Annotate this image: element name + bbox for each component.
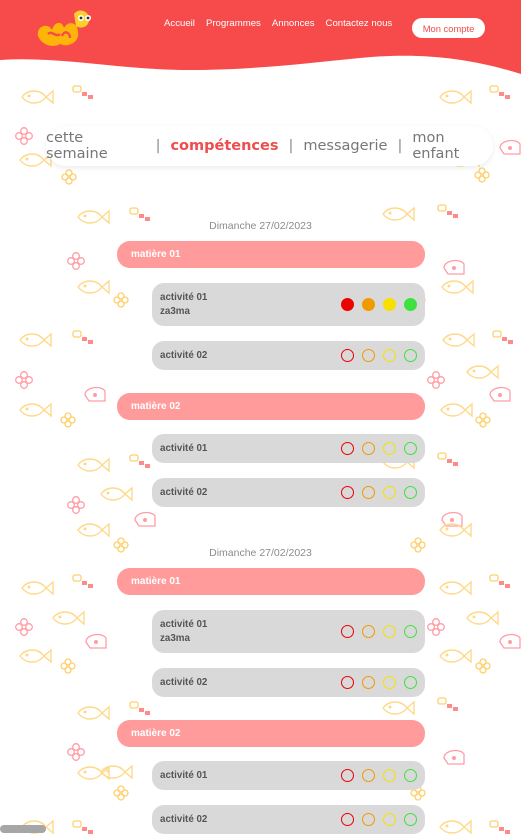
status-dot-orange[interactable] [362, 442, 375, 455]
nav-annonces[interactable]: Annonces [272, 18, 315, 29]
status-dot-green[interactable] [404, 298, 417, 311]
subject-bar[interactable]: matière 01 [117, 241, 425, 268]
status-dot-orange[interactable] [362, 813, 375, 826]
nav-programmes[interactable]: Programmes [206, 18, 261, 29]
section-tabs: cette semaine | compétences | messagerie… [46, 126, 493, 166]
status-dot-red[interactable] [341, 625, 354, 638]
day-date: Dimanche 27/02/2023 [209, 220, 312, 232]
status-dot-yellow[interactable] [383, 769, 396, 782]
site-header: Accueil Programmes Annonces Contactez no… [0, 0, 521, 80]
tab-mon-enfant[interactable]: mon enfant [412, 130, 493, 162]
status-dot-red[interactable] [341, 769, 354, 782]
status-dot-yellow[interactable] [383, 298, 396, 311]
status-dot-orange[interactable] [362, 625, 375, 638]
status-dot-green[interactable] [404, 813, 417, 826]
status-dots [341, 442, 417, 455]
activity-label: activité 01 [160, 769, 208, 781]
status-dots [341, 486, 417, 499]
activity-label: activité 01 [160, 442, 208, 454]
status-dots [341, 349, 417, 362]
tab-separator: | [288, 138, 294, 154]
day-date: Dimanche 27/02/2023 [209, 547, 312, 559]
status-dot-yellow[interactable] [383, 486, 396, 499]
activity-label: activité 02 [160, 349, 208, 361]
status-dot-orange[interactable] [362, 298, 375, 311]
status-dot-green[interactable] [404, 442, 417, 455]
status-dot-orange[interactable] [362, 486, 375, 499]
status-dots [341, 676, 417, 689]
status-dot-red[interactable] [341, 442, 354, 455]
status-dots [341, 625, 417, 638]
main-nav: Accueil Programmes Annonces Contactez no… [164, 18, 392, 29]
subject-bar[interactable]: matière 01 [117, 568, 425, 595]
subject-bar[interactable]: matière 02 [117, 393, 425, 420]
activity-card[interactable]: activité 02 [152, 668, 425, 697]
activity-card[interactable]: activité 02 [152, 478, 425, 507]
subject-bar[interactable]: matière 02 [117, 720, 425, 747]
status-dot-yellow[interactable] [383, 442, 396, 455]
tab-separator: | [397, 138, 403, 154]
tab-competences[interactable]: compétences [170, 138, 278, 154]
nav-accueil[interactable]: Accueil [164, 18, 195, 29]
status-dots [341, 813, 417, 826]
status-dot-green[interactable] [404, 769, 417, 782]
tab-cette-semaine[interactable]: cette semaine [46, 130, 146, 162]
status-dots [341, 769, 417, 782]
activity-card[interactable]: activité 02 [152, 805, 425, 834]
status-dot-green[interactable] [404, 676, 417, 689]
status-dot-red[interactable] [341, 813, 354, 826]
status-dot-green[interactable] [404, 625, 417, 638]
account-button[interactable]: Mon compte [412, 18, 485, 38]
status-dot-orange[interactable] [362, 676, 375, 689]
status-dot-green[interactable] [404, 486, 417, 499]
status-dot-red[interactable] [341, 486, 354, 499]
tab-separator: | [155, 138, 161, 154]
status-dot-red[interactable] [341, 298, 354, 311]
activity-card[interactable]: activité 01 [152, 761, 425, 790]
nav-contact[interactable]: Contactez nous [326, 18, 393, 29]
activity-label: activité 01 za3ma [160, 291, 208, 317]
horizontal-scrollbar[interactable] [0, 825, 46, 833]
tab-messagerie[interactable]: messagerie [303, 138, 387, 154]
status-dots [341, 298, 417, 311]
logo-icon[interactable] [34, 6, 94, 52]
activity-card[interactable]: activité 01 za3ma [152, 610, 425, 653]
activity-card[interactable]: activité 01 za3ma [152, 283, 425, 326]
status-dot-yellow[interactable] [383, 349, 396, 362]
activity-card[interactable]: activité 01 [152, 434, 425, 463]
activity-card[interactable]: activité 02 [152, 341, 425, 370]
activity-label: activité 02 [160, 486, 208, 498]
status-dot-orange[interactable] [362, 769, 375, 782]
activity-label: activité 02 [160, 813, 208, 825]
status-dot-yellow[interactable] [383, 813, 396, 826]
status-dot-green[interactable] [404, 349, 417, 362]
status-dot-yellow[interactable] [383, 625, 396, 638]
status-dot-yellow[interactable] [383, 676, 396, 689]
activity-label: activité 01 za3ma [160, 618, 208, 644]
status-dot-orange[interactable] [362, 349, 375, 362]
status-dot-red[interactable] [341, 676, 354, 689]
status-dot-red[interactable] [341, 349, 354, 362]
activity-label: activité 02 [160, 676, 208, 688]
